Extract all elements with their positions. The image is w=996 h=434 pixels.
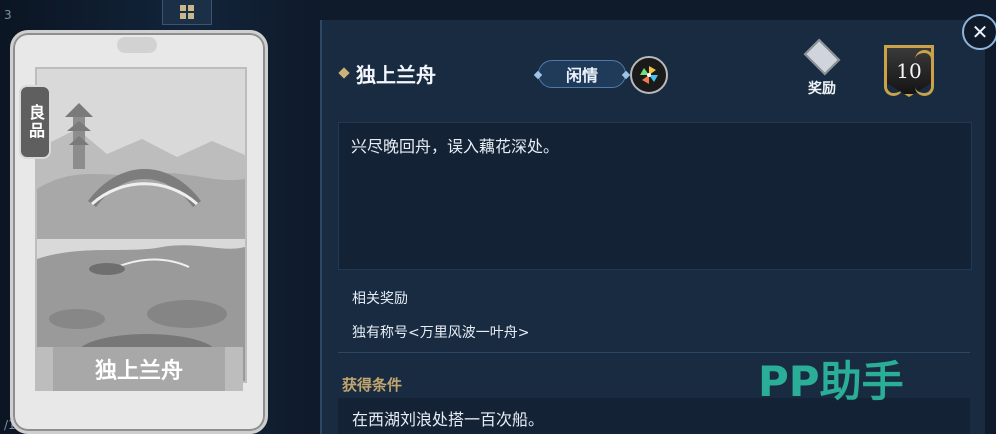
laurel-right-icon bbox=[915, 50, 934, 96]
grid-tab[interactable] bbox=[162, 0, 212, 25]
related-rewards-title: 相关奖励 bbox=[352, 291, 408, 307]
grid-icon bbox=[180, 5, 194, 19]
related-rewards: 相关奖励 独有称号<万里风波一叶舟> bbox=[352, 288, 529, 342]
achievement-card: 良品 独上兰舟 bbox=[10, 30, 268, 434]
achievement-title: 独上兰舟 bbox=[356, 62, 436, 87]
card-top-decoration bbox=[117, 37, 157, 53]
description-text: 兴尽晚回舟，误入藕花深处。 bbox=[351, 137, 560, 156]
pinwheel-icon bbox=[630, 56, 668, 94]
description-box: 兴尽晚回舟，误入藕花深处。 bbox=[338, 122, 972, 270]
related-reward-item: 独有称号<万里风波一叶舟> bbox=[352, 325, 530, 341]
landscape-illustration bbox=[37, 69, 245, 381]
achievement-header: 独上兰舟 bbox=[338, 56, 436, 90]
card-title: 独上兰舟 bbox=[35, 347, 243, 391]
reward-label: 奖励 bbox=[808, 81, 836, 97]
pinwheel-glyph bbox=[640, 66, 658, 84]
conditions-title: 获得条件 bbox=[342, 376, 403, 394]
left-strip-number: 3 bbox=[4, 8, 12, 22]
category-tag: 闲情 bbox=[538, 60, 626, 88]
reward-button[interactable]: 奖励 bbox=[796, 38, 848, 98]
watermark: PP助手 bbox=[758, 357, 904, 406]
level-badge-icon: 10 bbox=[876, 38, 942, 104]
reward-box-icon bbox=[803, 38, 841, 76]
condition-text: 在西湖刘浪处搭一百次船。 bbox=[352, 410, 545, 429]
close-button[interactable]: ✕ bbox=[962, 14, 996, 50]
title-diamond-icon bbox=[338, 67, 350, 79]
close-icon: ✕ bbox=[971, 20, 989, 44]
quality-tag: 良品 bbox=[19, 85, 51, 159]
card-illustration bbox=[35, 67, 247, 383]
